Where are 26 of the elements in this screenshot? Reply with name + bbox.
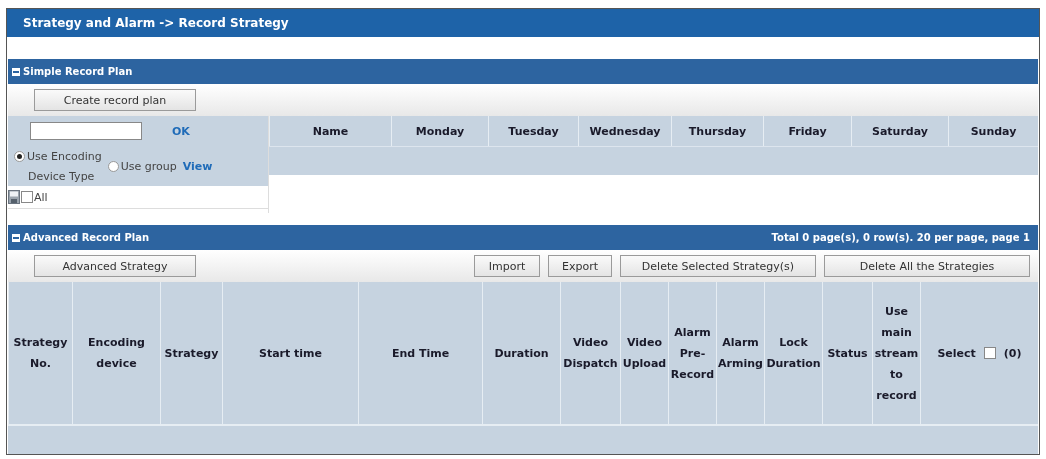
checkbox[interactable] <box>21 191 33 203</box>
radio-icon[interactable] <box>107 160 119 172</box>
toolbar-button[interactable]: Delete All the Strategies <box>824 255 1030 277</box>
checkbox-label: All <box>34 190 48 204</box>
window-title: Strategy and Alarm -> Record Strategy <box>23 16 289 30</box>
advanced-strategy-button[interactable]: Advanced Strategy <box>34 255 196 277</box>
pagination-info: Total 0 page(s), 0 row(s). 20 per page, page 1 <box>771 232 1030 243</box>
collapse-icon[interactable] <box>12 233 20 242</box>
selected-count: (0) <box>1003 346 1022 360</box>
toolbar-button[interactable]: Delete Selected Strategy(s) <box>620 255 816 277</box>
device-type-label: Device Type <box>27 169 96 183</box>
section-title: Advanced Record Plan <box>23 232 150 243</box>
select-label: Select <box>937 346 976 360</box>
radio-icon[interactable] <box>14 150 25 162</box>
select-all-checkbox[interactable] <box>983 347 996 359</box>
toolbar-button[interactable]: Export <box>548 255 612 277</box>
view-link[interactable]: View <box>182 159 213 173</box>
save-icon[interactable] <box>8 190 20 204</box>
create-plan-button[interactable]: Create record plan <box>34 89 196 111</box>
section-title: Simple Record Plan <box>23 66 133 77</box>
radio-option[interactable]: Use group <box>107 159 177 173</box>
collapse-icon[interactable] <box>12 67 20 76</box>
ok-link[interactable]: OK <box>172 124 190 138</box>
search-field[interactable] <box>30 122 142 140</box>
toolbar-button[interactable]: Import <box>474 255 540 277</box>
radio-option[interactable]: Use Encoding <box>14 149 102 163</box>
